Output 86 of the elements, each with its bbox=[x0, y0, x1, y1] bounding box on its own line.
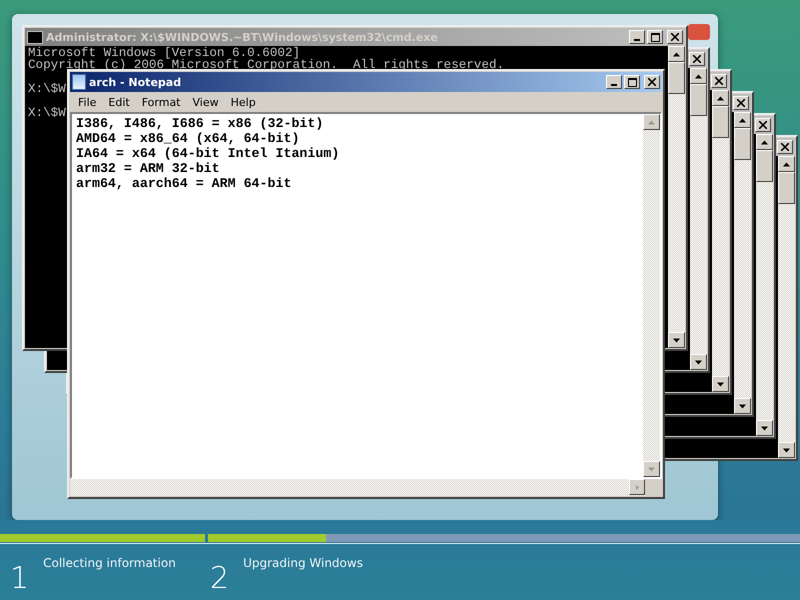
window-title: Administrator: X:\$WINDOWS.~BT\Windows\system32\cmd.exe bbox=[46, 30, 439, 44]
close-icon bbox=[671, 33, 679, 41]
down-arrow-icon bbox=[648, 466, 655, 472]
scroll-arrow-button[interactable] bbox=[778, 442, 795, 458]
close-button[interactable] bbox=[755, 118, 771, 132]
scroll-arrow-button[interactable] bbox=[690, 68, 707, 84]
scroll-arrow-button[interactable] bbox=[668, 332, 685, 348]
console-prompt: X:\$W bbox=[28, 83, 66, 95]
scroll-arrow-button[interactable] bbox=[778, 156, 795, 172]
console-text: Microsoft Windows [Version 6.0.6002] bbox=[28, 47, 300, 59]
close-icon bbox=[737, 99, 745, 107]
down-arrow-icon bbox=[673, 338, 680, 342]
right-arrow-icon bbox=[634, 484, 640, 490]
up-arrow-icon bbox=[648, 120, 655, 124]
menu-item[interactable]: File bbox=[72, 96, 102, 108]
down-arrow-icon bbox=[783, 448, 790, 452]
scrollbar[interactable] bbox=[643, 114, 660, 477]
step-label: Upgrading Windows bbox=[243, 556, 363, 570]
minimize-button[interactable] bbox=[606, 75, 622, 89]
text-line: I386, I486, I686 = x86 (32-bit) bbox=[76, 116, 324, 131]
size-grip[interactable] bbox=[645, 479, 662, 496]
close-icon bbox=[693, 55, 701, 63]
step-label: Collecting information bbox=[43, 556, 176, 570]
scrollbar[interactable] bbox=[712, 90, 729, 392]
scroll-arrow-button[interactable] bbox=[734, 112, 751, 128]
scroll-thumb[interactable] bbox=[734, 128, 751, 160]
scroll-arrow-button[interactable] bbox=[629, 479, 645, 495]
close-button[interactable] bbox=[777, 140, 793, 154]
text-line: AMD64 = x86_64 (x64, 64-bit) bbox=[76, 131, 300, 146]
maximize-icon bbox=[628, 78, 636, 86]
up-arrow-icon bbox=[695, 74, 702, 78]
close-button[interactable] bbox=[711, 74, 727, 88]
scrollbar[interactable] bbox=[668, 46, 685, 348]
text-line: arm32 = ARM 32-bit bbox=[76, 161, 221, 176]
up-arrow-icon bbox=[739, 118, 746, 122]
maximize-button[interactable] bbox=[647, 30, 663, 44]
close-icon bbox=[759, 121, 767, 129]
close-icon bbox=[781, 143, 789, 151]
scroll-arrow-button[interactable] bbox=[643, 461, 660, 477]
up-arrow-icon bbox=[761, 140, 768, 144]
close-button[interactable] bbox=[667, 30, 683, 44]
close-button[interactable] bbox=[733, 96, 749, 110]
scroll-thumb[interactable] bbox=[778, 172, 795, 204]
menu-item[interactable]: Edit bbox=[102, 96, 136, 108]
step-number: 1 bbox=[10, 564, 30, 594]
close-button[interactable] bbox=[689, 52, 705, 66]
up-arrow-icon bbox=[673, 52, 680, 56]
menu-item[interactable]: Help bbox=[224, 96, 262, 108]
scroll-arrow-button[interactable] bbox=[643, 114, 660, 130]
scrollbar[interactable] bbox=[756, 134, 773, 436]
up-arrow-icon bbox=[717, 96, 724, 100]
down-arrow-icon bbox=[717, 382, 724, 386]
step-number: 2 bbox=[210, 564, 230, 594]
close-button[interactable] bbox=[644, 75, 660, 89]
scrollbar[interactable] bbox=[778, 156, 795, 458]
down-arrow-icon bbox=[695, 360, 702, 364]
scroll-arrow-button[interactable] bbox=[712, 376, 729, 392]
scroll-arrow-button[interactable] bbox=[734, 398, 751, 414]
scroll-arrow-button[interactable] bbox=[712, 90, 729, 106]
down-arrow-icon bbox=[739, 404, 746, 408]
scroll-thumb[interactable] bbox=[712, 106, 729, 138]
scrollbar[interactable] bbox=[690, 68, 707, 370]
window-title: arch - Notepad bbox=[89, 76, 182, 88]
down-arrow-icon bbox=[761, 426, 768, 430]
menu-item[interactable]: View bbox=[186, 96, 225, 108]
up-arrow-icon bbox=[783, 162, 790, 166]
console-icon bbox=[27, 30, 43, 44]
scroll-arrow-button[interactable] bbox=[690, 354, 707, 370]
text-line: IA64 = x64 (64-bit Intel Itanium) bbox=[76, 146, 340, 161]
close-icon bbox=[715, 77, 723, 85]
minimize-button[interactable] bbox=[629, 30, 645, 44]
scroll-thumb[interactable] bbox=[756, 150, 773, 182]
scrollbar[interactable] bbox=[70, 479, 662, 496]
scroll-thumb[interactable] bbox=[690, 84, 707, 116]
scroll-arrow-button[interactable] bbox=[756, 134, 773, 150]
maximize-button[interactable] bbox=[624, 75, 640, 89]
scroll-arrow-button[interactable] bbox=[668, 46, 685, 62]
text-line: arm64, aarch64 = ARM 64-bit bbox=[76, 176, 292, 191]
scroll-thumb[interactable] bbox=[668, 62, 685, 94]
close-icon bbox=[648, 78, 656, 86]
scrollbar[interactable] bbox=[734, 112, 751, 414]
menu-item[interactable]: Format bbox=[136, 96, 186, 108]
notepad-icon bbox=[72, 74, 86, 90]
console-prompt: X:\$W bbox=[28, 107, 66, 119]
maximize-icon bbox=[650, 32, 660, 42]
scroll-arrow-button[interactable] bbox=[756, 420, 773, 436]
